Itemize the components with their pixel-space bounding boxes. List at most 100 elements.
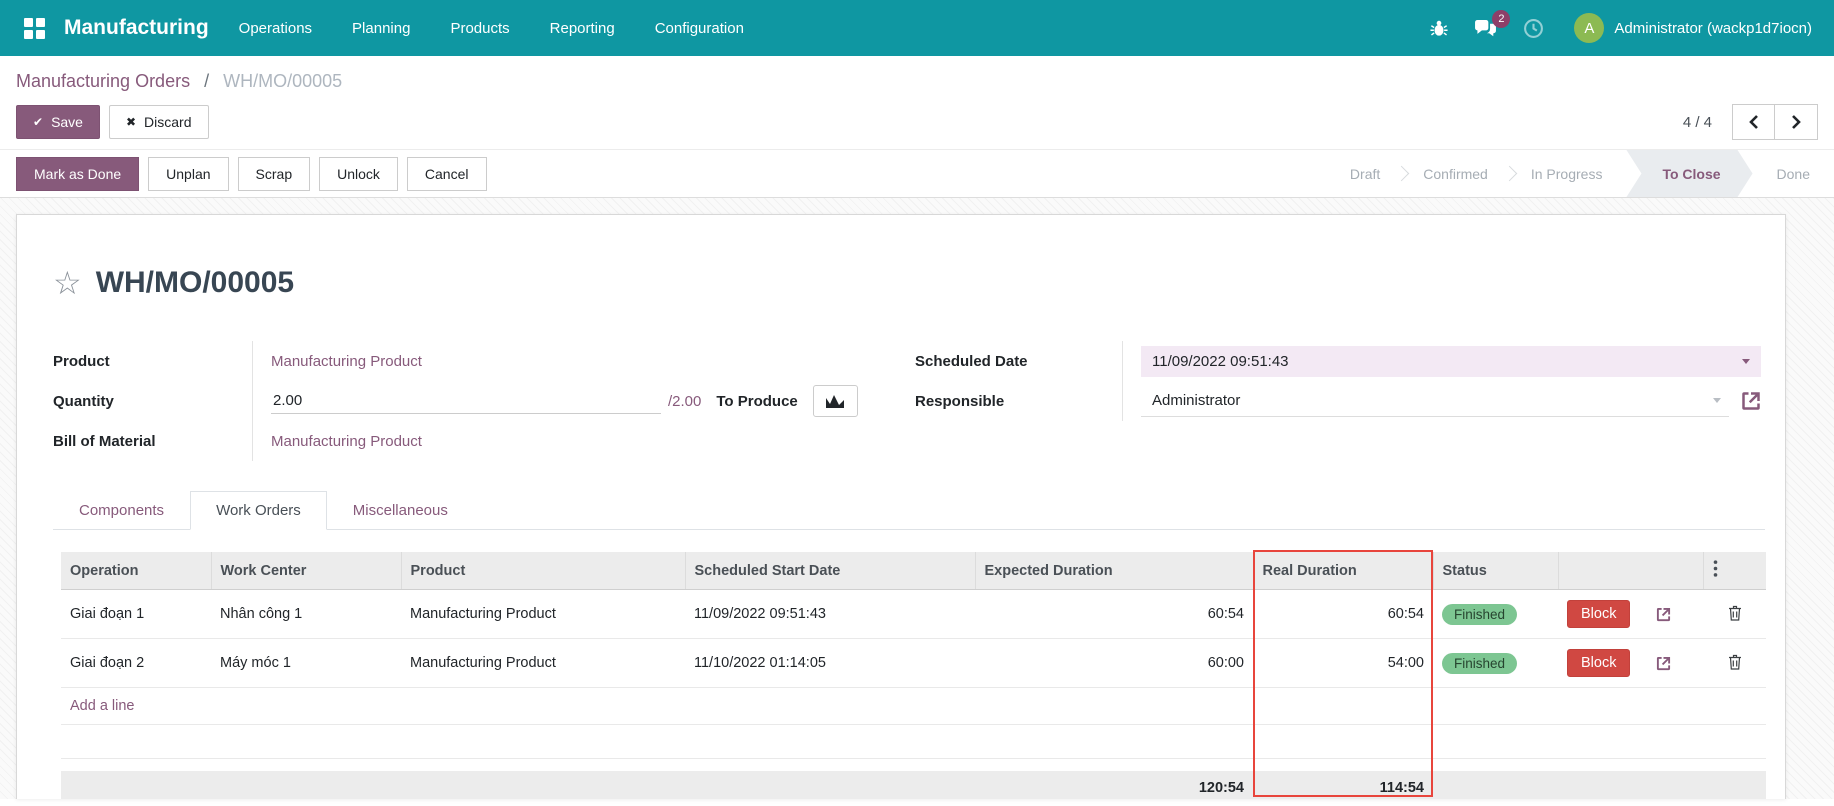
col-product[interactable]: Product [401,552,685,590]
discard-button[interactable]: ✖ Discard [109,105,209,139]
cell-expected-duration[interactable]: 60:54 [975,590,1253,639]
optional-columns-toggle[interactable] [1703,552,1766,590]
cell-product[interactable]: Manufacturing Product [401,590,685,639]
block-button[interactable]: Block [1567,600,1630,628]
menu-operations[interactable]: Operations [239,20,312,37]
activity-clock-icon[interactable] [1521,16,1546,41]
pager-previous-button[interactable] [1732,104,1775,140]
favorite-star-icon[interactable]: ☆ [53,267,82,299]
to-produce-label: To Produce [716,393,797,410]
pager: 4 / 4 [1683,104,1818,140]
scheduled-date-label: Scheduled Date [915,341,1123,381]
forecast-chart-button[interactable] [813,385,858,417]
status-badge: Finished [1442,604,1517,625]
cell-work-center[interactable]: Máy móc 1 [211,639,401,688]
unplan-button[interactable]: Unplan [148,157,228,191]
quantity-input[interactable]: 2.00 [271,388,661,414]
cell-operation[interactable]: Giai đoạn 2 [61,639,211,688]
breadcrumb: Manufacturing Orders / WH/MO/00005 [0,56,1834,96]
status-in-progress[interactable]: In Progress [1507,150,1627,197]
scheduled-date-input[interactable]: 11/09/2022 09:51:43 [1141,346,1761,377]
row-external-link-icon[interactable] [1656,656,1671,671]
form-sheet: ☆ WH/MO/00005 Product Manufacturing Prod… [16,214,1786,799]
quantity-label: Quantity [53,381,253,421]
row-external-link-icon[interactable] [1656,607,1671,622]
responsible-input[interactable]: Administrator [1141,386,1729,417]
col-real-duration[interactable]: Real Duration [1253,552,1433,590]
menu-planning[interactable]: Planning [352,20,410,37]
scrap-button[interactable]: Scrap [238,157,311,191]
discard-label: Discard [144,113,191,131]
messages-icon[interactable]: 2 [1472,17,1499,40]
menu-reporting[interactable]: Reporting [550,20,615,37]
spacer-row [61,759,1766,771]
notebook-tabs: Components Work Orders Miscellaneous [53,491,1765,530]
col-expected-duration[interactable]: Expected Duration [975,552,1253,590]
cell-work-center[interactable]: Nhân công 1 [211,590,401,639]
status-badge: Finished [1442,653,1517,674]
breadcrumb-parent[interactable]: Manufacturing Orders [16,71,190,91]
pager-next-button[interactable] [1775,104,1818,140]
tab-miscellaneous[interactable]: Miscellaneous [327,491,474,530]
tab-work-orders[interactable]: Work Orders [190,491,327,530]
totals-row: 120:54 114:54 [61,771,1766,800]
status-confirmed[interactable]: Confirmed [1399,150,1512,197]
bug-icon[interactable] [1428,17,1450,39]
control-panel-actions: Mark as Done Unplan Scrap Unlock Cancel … [0,149,1834,198]
cell-scheduled-start[interactable]: 11/10/2022 01:14:05 [685,639,975,688]
responsible-external-link-icon[interactable] [1741,391,1761,411]
delete-row-trash-icon[interactable] [1728,605,1742,624]
work-order-row[interactable]: Giai đoạn 1 Nhân công 1 Manufacturing Pr… [61,590,1766,639]
product-row: Product Manufacturing Product [53,341,861,381]
cell-product[interactable]: Manufacturing Product [401,639,685,688]
systray: 2 A Administrator (wackp1d7iocn) [1428,12,1818,44]
delete-row-trash-icon[interactable] [1728,654,1742,673]
block-button[interactable]: Block [1567,649,1630,677]
check-icon: ✔ [33,113,43,131]
caret-down-icon [1742,359,1750,364]
form-fields: Product Manufacturing Product Quantity 2… [53,341,1765,461]
navbar: Manufacturing Operations Planning Produc… [0,0,1834,56]
table-header-row: Operation Work Center Product Scheduled … [61,552,1766,590]
bom-label: Bill of Material [53,421,253,461]
work-orders-table: Operation Work Center Product Scheduled … [61,552,1766,799]
status-to-close[interactable]: To Close [1626,150,1752,197]
cell-real-duration[interactable]: 54:00 [1253,639,1433,688]
cancel-button[interactable]: Cancel [407,157,487,191]
quantity-total: /2.00 [668,393,701,410]
control-panel-top: ✔ Save ✖ Discard 4 / 4 [0,96,1834,149]
record-title: WH/MO/00005 [96,266,294,300]
chevron-right-icon [1790,115,1802,129]
cell-real-duration[interactable]: 60:54 [1253,590,1433,639]
x-icon: ✖ [126,113,136,131]
save-button[interactable]: ✔ Save [16,105,100,139]
app-brand[interactable]: Manufacturing [64,16,209,40]
cell-operation[interactable]: Giai đoạn 1 [61,590,211,639]
bom-link[interactable]: Manufacturing Product [271,433,422,450]
user-menu[interactable]: A Administrator (wackp1d7iocn) [1568,12,1818,44]
breadcrumb-separator: / [204,71,209,91]
menu-products[interactable]: Products [450,20,509,37]
cell-expected-duration[interactable]: 60:00 [975,639,1253,688]
col-work-center[interactable]: Work Center [211,552,401,590]
tab-components[interactable]: Components [53,491,190,530]
product-link[interactable]: Manufacturing Product [271,353,422,370]
status-done[interactable]: Done [1753,150,1834,197]
cell-scheduled-start[interactable]: 11/09/2022 09:51:43 [685,590,975,639]
mark-as-done-button[interactable]: Mark as Done [16,157,139,191]
col-status[interactable]: Status [1433,552,1558,590]
col-operation[interactable]: Operation [61,552,211,590]
breadcrumb-current: WH/MO/00005 [223,71,342,91]
bom-row: Bill of Material Manufacturing Product [53,421,861,461]
total-expected-duration: 120:54 [975,771,1253,800]
top-menu: Operations Planning Products Reporting C… [239,20,744,37]
col-scheduled-start-date[interactable]: Scheduled Start Date [685,552,975,590]
product-label: Product [53,341,253,381]
apps-menu-icon[interactable] [16,10,52,46]
work-order-row[interactable]: Giai đoạn 2 Máy móc 1 Manufacturing Prod… [61,639,1766,688]
empty-row [61,725,1766,759]
menu-configuration[interactable]: Configuration [655,20,744,37]
status-draft[interactable]: Draft [1326,150,1404,197]
add-a-line-link[interactable]: Add a line [70,698,135,714]
unlock-button[interactable]: Unlock [319,157,398,191]
